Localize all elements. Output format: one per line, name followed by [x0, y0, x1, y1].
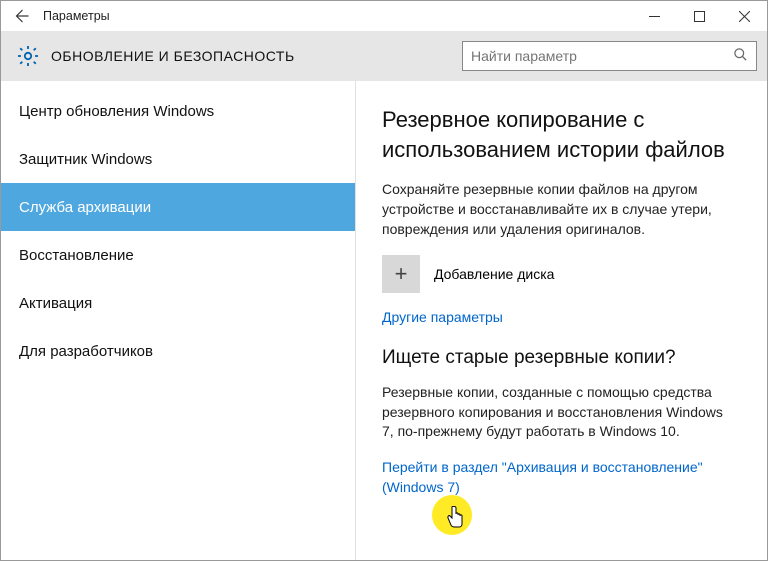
sidebar-item-defender[interactable]: Защитник Windows [1, 135, 355, 183]
header: ОБНОВЛЕНИЕ И БЕЗОПАСНОСТЬ [1, 31, 767, 81]
content-pane: Резервное копирование с использованием и… [356, 81, 767, 560]
search-box[interactable] [462, 41, 757, 71]
sidebar-item-recovery[interactable]: Восстановление [1, 231, 355, 279]
sidebar: Центр обновления Windows Защитник Window… [1, 81, 356, 560]
minimize-button[interactable] [632, 1, 677, 31]
add-drive-button[interactable]: + Добавление диска [382, 255, 737, 293]
back-button[interactable] [1, 1, 41, 31]
search-input[interactable] [471, 48, 733, 64]
maximize-button[interactable] [677, 1, 722, 31]
plus-icon: + [382, 255, 420, 293]
settings-window: Параметры ОБНОВЛЕНИЕ И БЕЗОПАСНОСТЬ [0, 0, 768, 561]
legacy-description: Резервные копии, созданные с помощью сре… [382, 383, 737, 442]
sidebar-item-for-developers[interactable]: Для разработчиков [1, 327, 355, 375]
backup-description: Сохраняйте резервные копии файлов на дру… [382, 180, 737, 239]
page-heading: Резервное копирование с использованием и… [382, 105, 737, 164]
search-icon [733, 47, 748, 66]
close-button[interactable] [722, 1, 767, 31]
sidebar-item-activation[interactable]: Активация [1, 279, 355, 327]
sidebar-item-windows-update[interactable]: Центр обновления Windows [1, 87, 355, 135]
category-title: ОБНОВЛЕНИЕ И БЕЗОПАСНОСТЬ [51, 48, 295, 64]
window-title: Параметры [41, 9, 110, 23]
titlebar: Параметры [1, 1, 767, 31]
gear-icon [11, 39, 45, 73]
add-drive-label: Добавление диска [434, 266, 554, 282]
legacy-heading: Ищете старые резервные копии? [382, 347, 737, 369]
body: Центр обновления Windows Защитник Window… [1, 81, 767, 560]
more-options-link[interactable]: Другие параметры [382, 309, 503, 325]
legacy-backup-link[interactable]: Перейти в раздел "Архивация и восстановл… [382, 458, 737, 497]
sidebar-item-backup[interactable]: Служба архивации [1, 183, 355, 231]
